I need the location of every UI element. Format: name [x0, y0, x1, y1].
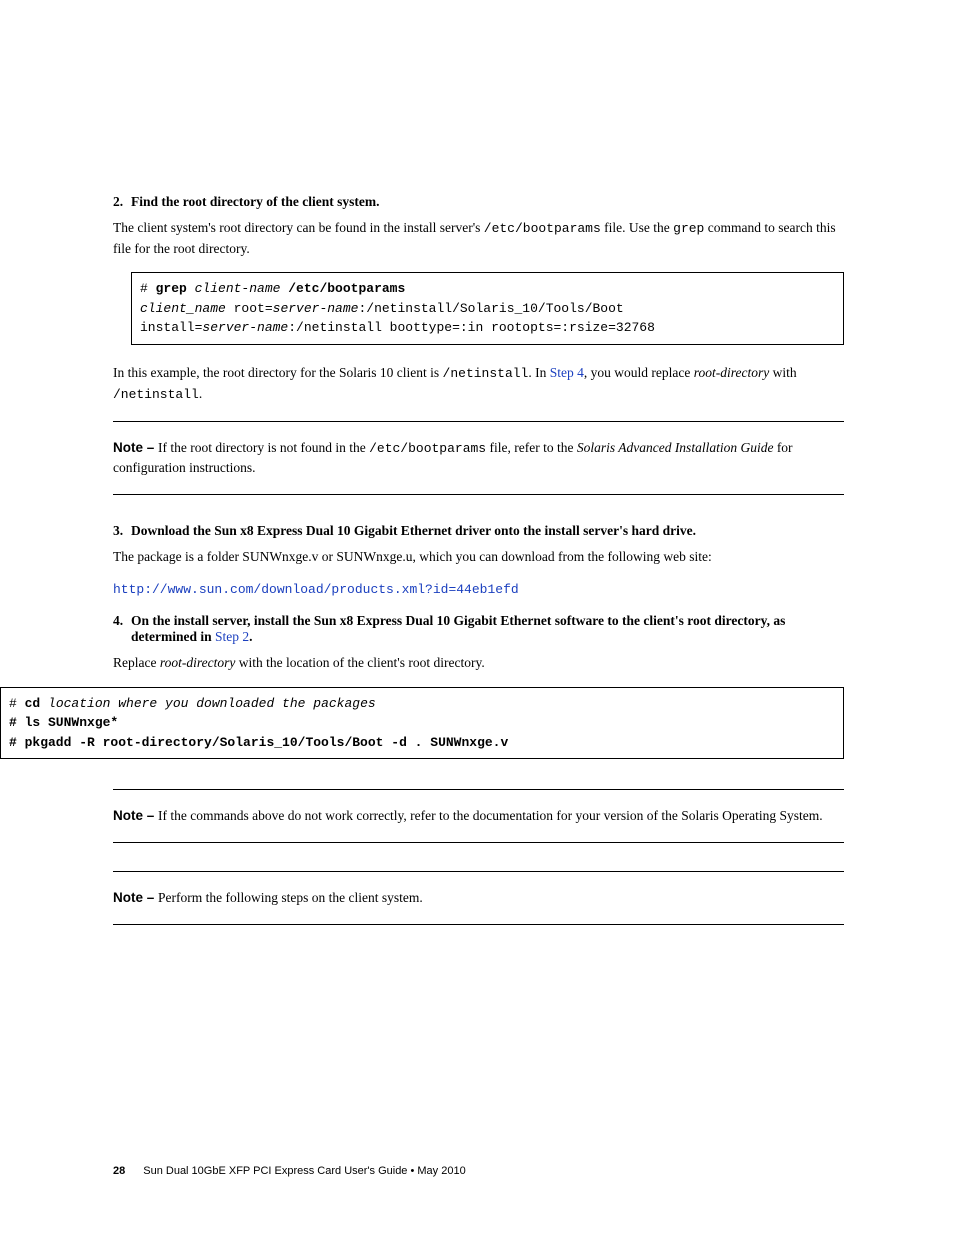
- step-4: 4. On the install server, install the Su…: [113, 613, 844, 645]
- note-client-steps: Note – Perform the following steps on th…: [113, 888, 844, 908]
- step-number: 2.: [113, 194, 131, 210]
- code-text: :/netinstall/Solaris_10/Tools/Boot: [358, 301, 623, 316]
- code-text: #: [140, 281, 156, 296]
- italic-text: Solaris Advanced Installation Guide: [577, 440, 774, 455]
- text: Perform the following steps on the clien…: [158, 890, 423, 905]
- page-footer: 28 Sun Dual 10GbE XFP PCI Express Card Us…: [113, 1165, 466, 1177]
- italic-text: root-directory: [694, 365, 769, 380]
- example-paragraph: In this example, the root directory for …: [113, 363, 844, 405]
- code-text: # pkgadd -R root-directory/Solaris_10/To…: [9, 735, 508, 750]
- text: .: [199, 386, 202, 401]
- inline-code: /netinstall: [113, 387, 199, 402]
- link-step-4[interactable]: Step 4: [550, 365, 584, 380]
- rule: [113, 421, 844, 422]
- note-bootparams: Note – If the root directory is not foun…: [113, 438, 844, 478]
- text: .: [249, 629, 252, 644]
- page-number: 28: [113, 1165, 125, 1177]
- rule: [113, 871, 844, 872]
- document-page: 2. Find the root directory of the client…: [0, 0, 954, 1235]
- code-text: location where you downloaded the packag…: [40, 696, 375, 711]
- code-text: grep: [156, 281, 187, 296]
- step-title: On the install server, install the Sun x…: [131, 613, 844, 645]
- code-text: #: [9, 696, 25, 711]
- rule: [113, 494, 844, 495]
- text: The client system's root directory can b…: [113, 220, 484, 235]
- code-text: server-name: [273, 301, 359, 316]
- step-3-paragraph: The package is a folder SUNWnxge.v or SU…: [113, 547, 844, 567]
- code-block-bootparams: # grep client-name /etc/bootparams clien…: [131, 272, 844, 345]
- code-text: server-name: [202, 320, 288, 335]
- note-commands: Note – If the commands above do not work…: [113, 806, 844, 826]
- text: In this example, the root directory for …: [113, 365, 443, 380]
- inline-code: /netinstall: [443, 366, 529, 381]
- text: with: [769, 365, 796, 380]
- step-number: 4.: [113, 613, 131, 645]
- code-text: cd: [25, 696, 41, 711]
- step-3: 3. Download the Sun x8 Express Dual 10 G…: [113, 523, 844, 539]
- inline-code: /etc/bootparams: [484, 221, 601, 236]
- step-2-paragraph: The client system's root directory can b…: [113, 218, 844, 258]
- code-text: client-name: [187, 281, 281, 296]
- code-text: # ls SUNWnxge*: [9, 715, 118, 730]
- inline-code: /etc/bootparams: [369, 441, 486, 456]
- step-number: 3.: [113, 523, 131, 539]
- code-text: :/netinstall boottype=:in rootopts=:rsiz…: [288, 320, 655, 335]
- download-url[interactable]: http://www.sun.com/download/products.xml…: [113, 581, 844, 600]
- text: file, refer to the: [486, 440, 577, 455]
- link-step-2[interactable]: Step 2: [215, 629, 249, 644]
- text: If the root directory is not found in th…: [158, 440, 369, 455]
- rule: [113, 924, 844, 925]
- note-label: Note –: [113, 808, 158, 823]
- text: with the location of the client's root d…: [235, 655, 484, 670]
- text: . In: [528, 365, 549, 380]
- code-text: client_name: [140, 301, 226, 316]
- footer-text: Sun Dual 10GbE XFP PCI Express Card User…: [143, 1165, 465, 1177]
- inline-code: grep: [673, 221, 704, 236]
- text: file. Use the: [601, 220, 673, 235]
- code-text: root=: [226, 301, 273, 316]
- text: , you would replace: [584, 365, 694, 380]
- note-label: Note –: [113, 440, 158, 455]
- italic-text: root-directory: [160, 655, 235, 670]
- step-2: 2. Find the root directory of the client…: [113, 194, 844, 210]
- code-text: /etc/bootparams: [280, 281, 405, 296]
- note-label: Note –: [113, 890, 158, 905]
- rule: [113, 789, 844, 790]
- code-text: install=: [140, 320, 202, 335]
- rule: [113, 842, 844, 843]
- text: If the commands above do not work correc…: [158, 808, 823, 823]
- text: Replace: [113, 655, 160, 670]
- code-block-pkgadd: # cd location where you downloaded the p…: [0, 687, 844, 760]
- step-title: Find the root directory of the client sy…: [131, 194, 844, 210]
- step-4-paragraph: Replace root-directory with the location…: [113, 653, 844, 673]
- step-title: Download the Sun x8 Express Dual 10 Giga…: [131, 523, 844, 539]
